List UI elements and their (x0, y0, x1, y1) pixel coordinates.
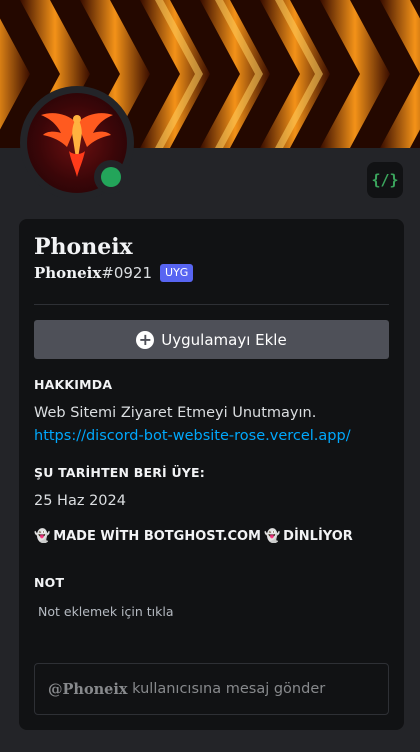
about-text: Web Sitemi Ziyaret Etmeyi Unutmayın. (34, 405, 317, 421)
activity-status: 👻 MADE WİTH BOTGHOST.COM 👻 DİNLİYOR (34, 529, 353, 544)
add-app-button[interactable]: + Uygulamayı Ekle (34, 320, 389, 359)
activity-name: MADE WİTH BOTGHOST.COM (53, 529, 261, 544)
ghost-icon: 👻 (34, 529, 51, 544)
plus-circle-icon: + (136, 330, 155, 349)
message-placeholder: kullanıcısına mesaj gönder (127, 681, 326, 697)
about-link[interactable]: https://discord-bot-website-rose.vercel.… (34, 426, 351, 446)
member-since-title: ŞU TARİHTEN BERİ ÜYE: (34, 465, 205, 480)
display-name: Phoneix (34, 234, 133, 260)
activity-verb: DİNLİYOR (283, 529, 353, 544)
message-input[interactable]: @Phoneix kullanıcısına mesaj gönder (34, 663, 389, 715)
username-row: Phoneix #0921 UYG (34, 264, 194, 282)
dev-badge-glyph: {/} (371, 171, 399, 189)
active-developer-badge-icon[interactable]: {/} (367, 162, 403, 198)
ghost-icon: 👻 (263, 529, 281, 544)
discriminator: #0921 (101, 264, 153, 282)
online-status-icon (101, 167, 121, 187)
note-input[interactable]: Not eklemek için tıkla (38, 604, 174, 619)
username[interactable]: Phoneix (34, 264, 101, 282)
member-since-date: 25 Haz 2024 (34, 493, 126, 509)
add-app-label: Uygulamayı Ekle (161, 330, 287, 349)
divider (34, 304, 389, 305)
app-badge: UYG (160, 264, 194, 282)
note-title: NOT (34, 575, 65, 590)
about-title: HAKKIMDA (34, 377, 113, 392)
message-mention: @Phoneix (48, 680, 128, 698)
